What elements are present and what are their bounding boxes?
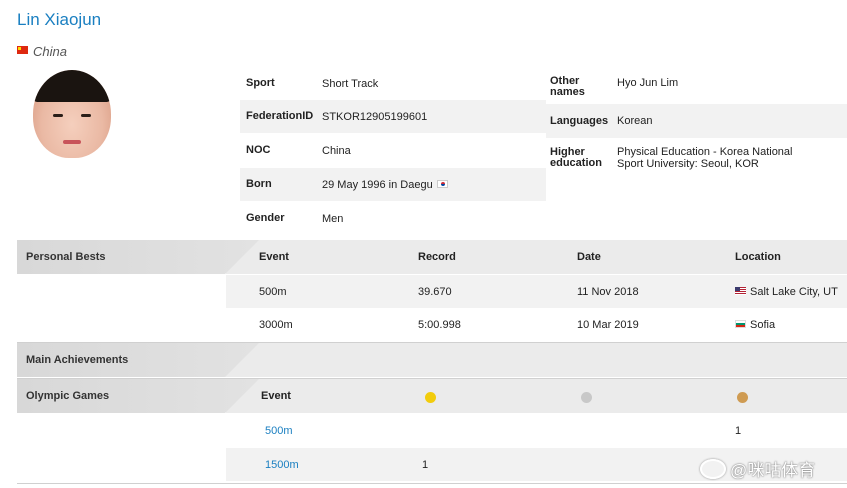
- us-flag-icon: [735, 287, 746, 295]
- pb-event: 500m: [259, 286, 287, 298]
- info-row-noc: NOC China: [246, 144, 351, 157]
- pb-date: 11 Nov 2018: [577, 286, 639, 298]
- info-row-gender: Gender Men: [246, 212, 344, 225]
- athlete-photo: [33, 70, 111, 158]
- pb-date: 10 Mar 2019: [577, 319, 639, 331]
- info-row-other-names: Other names Hyo Jun Lim: [550, 75, 679, 98]
- info-row-born: Born 29 May 1996 in Daegu: [240, 168, 546, 201]
- gold-medal-icon: [425, 392, 436, 403]
- personal-bests-title: Personal Bests: [17, 240, 259, 274]
- pb-location: Sofia: [735, 319, 775, 331]
- pb-event: 3000m: [259, 319, 293, 331]
- og-event-link-500m[interactable]: 500m: [265, 425, 293, 437]
- china-flag-icon: [17, 45, 28, 54]
- watermark: @咪咕体育: [700, 456, 815, 481]
- pb-header-record: Record: [418, 251, 456, 263]
- bronze-medal-icon: [737, 392, 748, 403]
- weibo-icon: [700, 458, 726, 479]
- olympic-games-header-band: [226, 379, 847, 413]
- pb-record: 39.670: [418, 286, 452, 298]
- pb-header-location: Location: [735, 251, 781, 263]
- pb-header-event: Event: [259, 251, 289, 263]
- pb-header-date: Date: [577, 251, 601, 263]
- olympic-games-title: Olympic Games: [17, 379, 259, 413]
- og-gold-count: 1: [422, 459, 429, 471]
- og-header-event: Event: [261, 390, 291, 402]
- main-achievements-title: Main Achievements: [17, 343, 259, 377]
- info-row-languages: Languages Korean: [546, 104, 847, 138]
- og-bronze-count: 1: [735, 425, 742, 437]
- bg-flag-icon: [735, 320, 746, 328]
- silver-medal-icon: [581, 392, 592, 403]
- pb-location: Salt Lake City, UT: [735, 286, 838, 298]
- pb-record: 5:00.998: [418, 319, 461, 331]
- info-row-higher-education: Higher education Physical Education - Kor…: [550, 146, 793, 170]
- korea-flag-icon: [436, 179, 448, 188]
- athlete-country: China: [17, 44, 67, 59]
- og-event-link-1500m[interactable]: 1500m: [265, 459, 299, 471]
- athlete-name: Lin Xiaojun: [17, 10, 102, 29]
- info-row-federation-id: FederationID STKOR12905199601: [240, 100, 546, 133]
- divider: [17, 483, 847, 484]
- info-row-sport: Sport Short Track: [246, 77, 379, 90]
- country-label: China: [33, 44, 67, 59]
